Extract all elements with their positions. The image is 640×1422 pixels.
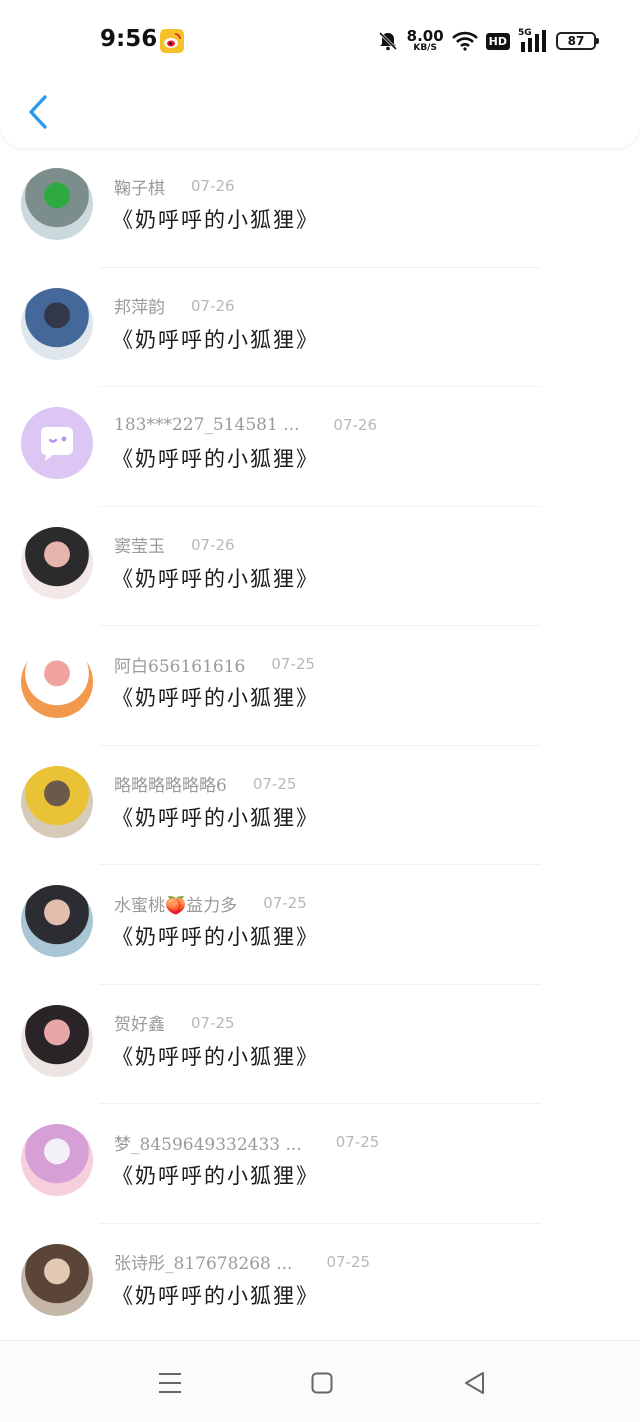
comment-text: 《奶呼呼的小狐狸》 xyxy=(112,327,319,352)
avatar[interactable] xyxy=(21,526,93,599)
comment-meta: 183***227_514581 ... 07-26 xyxy=(114,413,377,437)
battery-icon: 87 xyxy=(556,32,599,50)
comment-meta: 水蜜桃🍑益力多 07-25 xyxy=(114,891,307,916)
user-name[interactable]: 水蜜桃🍑益力多 xyxy=(114,891,237,916)
avatar[interactable] xyxy=(21,1243,93,1316)
chat-bubble-avatar-icon[interactable] xyxy=(21,407,93,479)
bell-off-icon xyxy=(378,31,397,51)
square-icon xyxy=(311,1372,333,1394)
user-name[interactable]: 略略略略略略6 xyxy=(114,771,227,796)
comment-text: 《奶呼呼的小狐狸》 xyxy=(112,1044,319,1069)
list-item[interactable]: 窦莹玉 07-26 《奶呼呼的小狐狸》 xyxy=(0,507,640,626)
avatar[interactable] xyxy=(21,765,93,838)
net-speed: 8.00 KB/S xyxy=(407,29,444,53)
net-speed-value: 8.00 xyxy=(406,27,444,45)
user-name[interactable]: 窦莹玉 xyxy=(114,532,165,557)
comment-text: 《奶呼呼的小狐狸》 xyxy=(112,1283,319,1308)
comment-text: 《奶呼呼的小狐狸》 xyxy=(112,805,319,830)
comment-text: 《奶呼呼的小狐狸》 xyxy=(112,686,319,710)
avatar[interactable] xyxy=(21,287,93,360)
cellular-signal-icon: 5G xyxy=(518,28,548,54)
avatar[interactable] xyxy=(21,1004,93,1077)
list-item[interactable]: 略略略略略略6 07-25 《奶呼呼的小狐狸》 xyxy=(0,746,640,865)
user-name[interactable]: 邦萍韵 xyxy=(114,293,165,318)
comment-text: 《奶呼呼的小狐狸》 xyxy=(112,208,319,232)
system-nav-bar xyxy=(0,1340,640,1422)
list-item[interactable]: 鞠子棋 07-26 《奶呼呼的小狐狸》 xyxy=(0,148,640,268)
comment-date: 07-26 xyxy=(191,177,235,195)
avatar[interactable] xyxy=(21,168,93,240)
comment-meta: 阿白656161616 07-25 xyxy=(114,652,315,677)
net-speed-unit: KB/S xyxy=(413,43,437,53)
comment-date: 07-25 xyxy=(335,1133,380,1151)
comment-date: 07-26 xyxy=(333,416,377,434)
list-item[interactable]: 183***227_514581 ... 07-26 《奶呼呼的小狐狸》 xyxy=(0,387,640,507)
comment-date: 07-25 xyxy=(271,655,315,673)
list-item[interactable]: 贺好鑫 07-25 《奶呼呼的小狐狸》 xyxy=(0,985,640,1104)
status-time: 9:56 xyxy=(100,26,158,52)
comment-text: 《奶呼呼的小狐狸》 xyxy=(112,925,319,949)
comment-meta: 窦莹玉 07-26 xyxy=(114,532,235,558)
back-button[interactable] xyxy=(18,90,58,134)
comment-text: 《奶呼呼的小狐狸》 xyxy=(112,566,319,591)
user-name[interactable]: 鞠子棋 xyxy=(114,174,165,199)
comment-meta: 贺好鑫 07-25 xyxy=(114,1010,235,1036)
comment-date: 07-26 xyxy=(191,296,235,315)
list-item[interactable]: 邦萍韵 07-26 《奶呼呼的小狐狸》 xyxy=(0,268,640,387)
comment-meta: 张诗彤_817678268 ... 07-25 xyxy=(114,1249,371,1275)
comment-list: 鞠子棋 07-26 《奶呼呼的小狐狸》 邦萍韵 07-26 《奶呼呼的小狐狸》 183***… xyxy=(0,148,640,1343)
comment-meta: 鞠子棋 07-26 xyxy=(114,174,235,199)
home-button[interactable] xyxy=(300,1361,344,1405)
list-item[interactable]: 阿白656161616 07-25 《奶呼呼的小狐狸》 xyxy=(0,626,640,746)
menu-button[interactable] xyxy=(148,1361,192,1405)
user-name[interactable]: 张诗彤_817678268 ... xyxy=(114,1249,292,1274)
status-bar: 9:56 8.00 KB/S HD 5G 87 xyxy=(0,0,640,80)
user-name[interactable]: 183***227_514581 ... xyxy=(114,415,299,435)
comment-text: 《奶呼呼的小狐狸》 xyxy=(112,447,319,471)
wifi-icon xyxy=(451,31,478,51)
comment-text: 《奶呼呼的小狐狸》 xyxy=(112,1164,319,1188)
user-name[interactable]: 梦_8459649332433 ... xyxy=(114,1130,302,1155)
comment-date: 07-25 xyxy=(263,894,307,912)
comment-date: 07-26 xyxy=(191,535,235,554)
menu-icon xyxy=(159,1373,181,1393)
avatar[interactable] xyxy=(21,885,93,957)
hd-badge: HD xyxy=(485,32,510,50)
comment-date: 07-25 xyxy=(326,1252,371,1271)
chevron-left-icon xyxy=(29,95,47,129)
comment-meta: 梦_8459649332433 ... 07-25 xyxy=(114,1130,380,1155)
user-name[interactable]: 贺好鑫 xyxy=(114,1010,165,1035)
avatar[interactable] xyxy=(21,1124,93,1196)
status-icons: 8.00 KB/S HD 5G 87 xyxy=(377,26,599,56)
comment-date: 07-25 xyxy=(191,1013,235,1032)
triangle-back-icon xyxy=(465,1372,484,1394)
list-item[interactable]: 梦_8459649332433 ... 07-25 《奶呼呼的小狐狸》 xyxy=(0,1104,640,1224)
weibo-icon xyxy=(160,29,184,53)
nav-back-button[interactable] xyxy=(452,1361,496,1405)
top-panel: 9:56 8.00 KB/S HD 5G 87 xyxy=(0,0,640,148)
comment-date: 07-25 xyxy=(252,774,297,793)
list-item[interactable]: 水蜜桃🍑益力多 07-25 《奶呼呼的小狐狸》 xyxy=(0,865,640,985)
comment-meta: 邦萍韵 07-26 xyxy=(114,293,235,319)
avatar[interactable] xyxy=(21,646,93,718)
comment-meta: 略略略略略略6 07-25 xyxy=(114,771,297,797)
user-name[interactable]: 阿白656161616 xyxy=(114,652,245,677)
list-item[interactable]: 张诗彤_817678268 ... 07-25 《奶呼呼的小狐狸》 xyxy=(0,1224,640,1343)
